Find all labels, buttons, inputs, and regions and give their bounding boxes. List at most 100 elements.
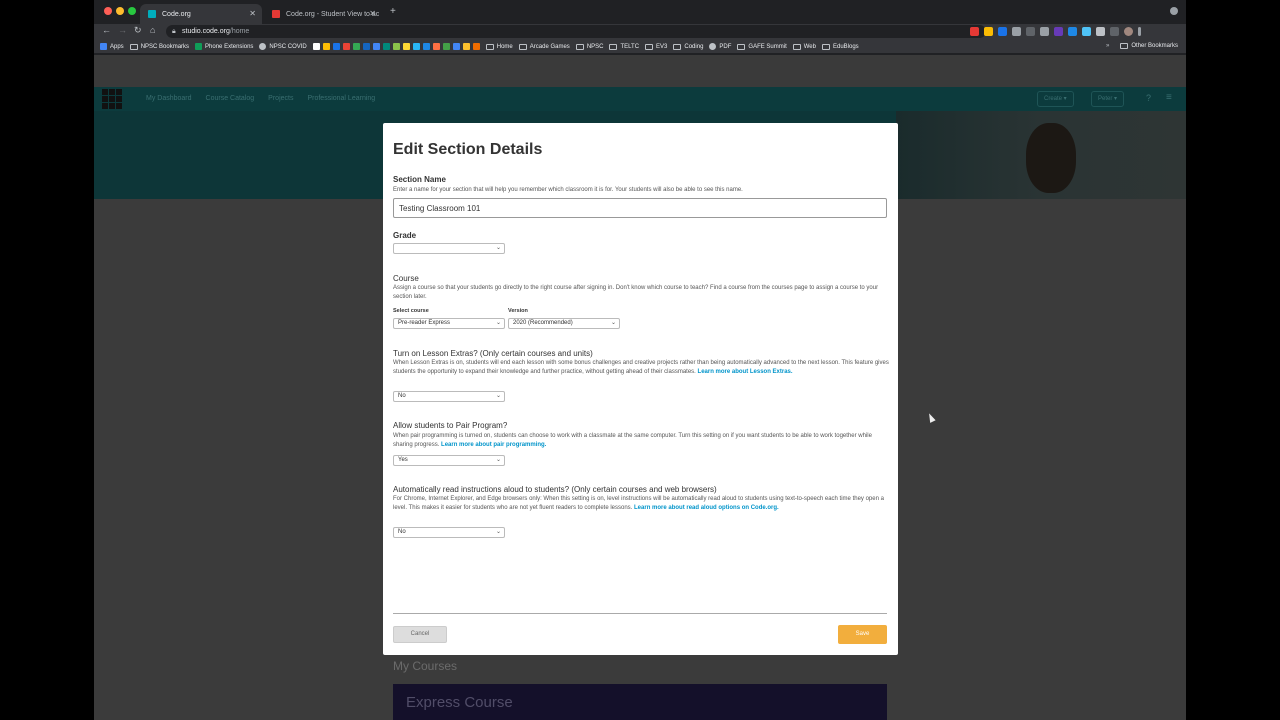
bookmark-icon[interactable] <box>432 43 440 50</box>
extension-icon[interactable] <box>984 27 993 36</box>
bookmark-icon[interactable] <box>452 43 460 50</box>
read-aloud-link[interactable]: Learn more about read aloud options on C… <box>634 505 779 511</box>
minimize-window-button[interactable] <box>116 7 124 15</box>
pair-program-label: Allow students to Pair Program? <box>393 421 508 430</box>
bookmark-folder-coding[interactable]: Coding <box>673 43 703 50</box>
bookmark-folder-web[interactable]: Web <box>792 43 816 50</box>
chevron-down-icon: ⌄ <box>495 457 501 463</box>
bookmark-icon[interactable] <box>442 43 450 50</box>
bookmark-icon[interactable] <box>392 43 400 50</box>
folder-icon <box>673 43 682 50</box>
bookmark-icon[interactable] <box>332 43 340 50</box>
section-name-input[interactable] <box>393 198 887 218</box>
maximize-window-button[interactable] <box>128 7 136 15</box>
bookmark-folder-teltc[interactable]: TELTC <box>609 43 639 50</box>
lesson-extras-link[interactable]: Learn more about Lesson Extras. <box>698 369 793 375</box>
modal-title: Edit Section Details <box>393 141 543 158</box>
read-aloud-select[interactable]: No ⌄ <box>393 527 505 538</box>
nav-my-dashboard[interactable]: My Dashboard <box>146 95 192 102</box>
lock-icon: 🔒︎ <box>172 28 176 35</box>
my-courses-heading: My Courses <box>393 659 458 673</box>
extension-icon[interactable] <box>1054 27 1063 36</box>
bookmark-folder-gafe-summit[interactable]: GAFE Summit <box>737 43 787 50</box>
chevron-down-icon: ⌄ <box>495 320 501 326</box>
nav-course-catalog[interactable]: Course Catalog <box>206 95 255 102</box>
bookmark-icon[interactable] <box>422 43 430 50</box>
browser-tab-student-view[interactable]: Code.org - Student View to ac ✕ <box>264 4 382 24</box>
tab-close-icon[interactable]: ✕ <box>249 9 256 18</box>
bookmark-icon[interactable] <box>372 43 380 50</box>
nav-projects[interactable]: Projects <box>268 95 293 102</box>
cast-icon[interactable] <box>1110 27 1119 36</box>
lesson-extras-label: Turn on Lesson Extras? (Only certain cou… <box>393 349 593 358</box>
extension-icon[interactable] <box>1040 27 1049 36</box>
avatar[interactable] <box>1124 27 1133 36</box>
extension-icon[interactable] <box>1068 27 1077 36</box>
browser-toolbar: ← → ↻ ⌂ 🔒︎ studio.code.org/home <box>94 24 1186 40</box>
bookmark-folder-home[interactable]: Home <box>485 43 513 50</box>
bookmark-icon[interactable] <box>412 43 420 50</box>
version-select[interactable]: 2020 (Recommended) ⌄ <box>508 318 620 329</box>
pair-program-value: Yes <box>398 457 408 463</box>
bookmark-icon[interactable] <box>312 43 320 50</box>
bookmark-icon[interactable] <box>322 43 330 50</box>
bookmark-icon[interactable] <box>472 43 480 50</box>
pair-program-select[interactable]: Yes ⌄ <box>393 455 505 466</box>
create-dropdown-button[interactable]: Create ▾ <box>1037 91 1074 107</box>
tab-close-icon[interactable]: ✕ <box>369 9 376 18</box>
course-label: Course <box>393 274 419 283</box>
extension-icon[interactable] <box>998 27 1007 36</box>
back-arrow-icon[interactable]: ← <box>102 25 111 35</box>
lesson-extras-description: When Lesson Extras is on, students will … <box>393 360 889 375</box>
forward-arrow-icon[interactable]: → <box>118 25 127 35</box>
puzzle-icon[interactable] <box>1096 27 1105 36</box>
lesson-extras-select[interactable]: No ⌄ <box>393 391 505 402</box>
bookmark-other[interactable]: » Other Bookmarks <box>1106 43 1178 49</box>
address-bar[interactable]: 🔒︎ studio.code.org/home <box>166 25 986 38</box>
version-value: 2020 (Recommended) <box>513 320 573 326</box>
bookmark-icon[interactable] <box>382 43 390 50</box>
bookmark-icon[interactable] <box>462 43 470 50</box>
home-icon[interactable]: ⌂ <box>150 25 155 35</box>
browser-tab-codeorg[interactable]: Code.org ✕ <box>140 4 262 24</box>
bookmark-folder-edublogs[interactable]: EduBlogs <box>821 43 859 50</box>
bookmark-icon[interactable] <box>402 43 410 50</box>
course-card[interactable]: Express Course <box>393 684 887 720</box>
codeorg-logo-icon[interactable] <box>102 89 122 109</box>
course-select[interactable]: Pre-reader Express ⌄ <box>393 318 505 329</box>
close-window-button[interactable] <box>104 7 112 15</box>
tab-search-icon[interactable] <box>1170 7 1178 15</box>
url-path: /home <box>229 28 250 35</box>
pair-program-link[interactable]: Learn more about pair programming. <box>441 442 546 448</box>
more-menu-icon[interactable] <box>1138 27 1141 36</box>
bookmark-icon[interactable] <box>352 43 360 50</box>
bookmark-npsc-bookmarks[interactable]: NPSC Bookmarks <box>129 43 189 50</box>
folder-icon <box>129 43 138 50</box>
extension-icon[interactable] <box>1082 27 1091 36</box>
bookmark-npsc-covid[interactable]: NPSC COVID <box>259 43 307 50</box>
bookmark-folder-npsc[interactable]: NPSC <box>575 43 603 50</box>
bookmark-phone-extensions[interactable]: Phone Extensions <box>195 43 253 50</box>
nav-professional-learning[interactable]: Professional Learning <box>307 95 375 102</box>
extension-icon[interactable] <box>1012 27 1021 36</box>
help-icon[interactable]: ? <box>1146 93 1151 103</box>
bookmark-folder-arcade-games[interactable]: Arcade Games <box>518 43 570 50</box>
folder-icon <box>821 43 830 50</box>
hamburger-menu-icon[interactable]: ≡ <box>1166 92 1172 103</box>
save-button[interactable]: Save <box>838 625 887 644</box>
extension-icon[interactable] <box>1026 27 1035 36</box>
bookmark-pdf[interactable]: PDF <box>709 43 731 50</box>
user-menu-button[interactable]: Peter ▾ <box>1091 91 1125 107</box>
bookmarks-bar: Apps NPSC Bookmarks Phone Extensions NPS… <box>94 40 1186 54</box>
extension-icon[interactable] <box>970 27 979 36</box>
cancel-button[interactable]: Cancel <box>393 626 447 643</box>
gmail-icon[interactable] <box>342 43 350 50</box>
bookmark-icon[interactable] <box>362 43 370 50</box>
new-tab-icon[interactable]: + <box>390 6 396 17</box>
section-name-label: Section Name <box>393 175 446 184</box>
bookmark-apps[interactable]: Apps <box>100 43 124 50</box>
reload-icon[interactable]: ↻ <box>134 25 142 36</box>
course-description: Assign a course so that your students go… <box>393 285 879 300</box>
grade-select[interactable]: ⌄ <box>393 243 505 254</box>
bookmark-folder-ev3[interactable]: EV3 <box>645 43 667 50</box>
